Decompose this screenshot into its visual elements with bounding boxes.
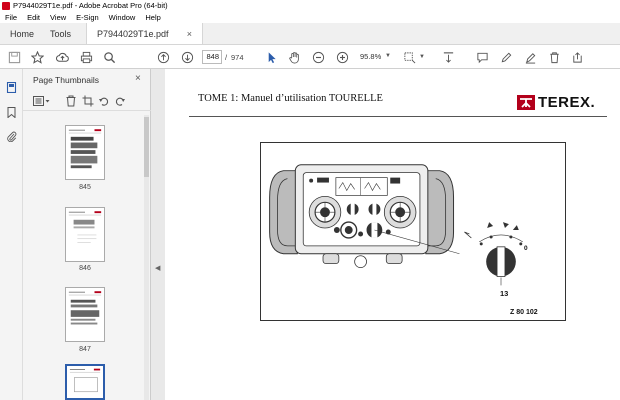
menu-view[interactable]: View	[45, 13, 71, 22]
navigation-strip	[0, 69, 23, 400]
menu-window[interactable]: Window	[104, 13, 141, 22]
delete-pages-icon[interactable]	[65, 95, 77, 107]
tab-tools[interactable]: Tools	[40, 23, 86, 44]
menu-bar: File Edit View E-Sign Window Help	[0, 11, 620, 23]
page-separator: /	[225, 53, 228, 62]
panel-close-icon[interactable]: ×	[135, 73, 141, 84]
menu-help[interactable]: Help	[140, 13, 165, 22]
upload-icon[interactable]	[55, 50, 69, 64]
panel-scrollbar[interactable]	[144, 115, 149, 400]
share-icon[interactable]	[570, 50, 584, 64]
thumbnail-page-848[interactable]	[65, 364, 105, 400]
menu-file[interactable]: File	[0, 13, 22, 22]
thumbnail-label: 847	[79, 346, 91, 353]
thumbnail-page-847[interactable]	[65, 287, 105, 342]
tab-home[interactable]: Home	[0, 23, 40, 44]
scrollbar-thumb[interactable]	[144, 117, 149, 177]
menu-esign[interactable]: E-Sign	[71, 13, 104, 22]
window-title: P7944029T1e.pdf - Adobe Acrobat Pro (64-…	[13, 1, 168, 10]
remote-control-drawing	[269, 164, 523, 286]
marquee-dropdown-icon[interactable]: ▼	[418, 50, 426, 64]
zoom-out-icon[interactable]	[311, 50, 325, 64]
comment-icon[interactable]	[475, 50, 489, 64]
panel-collapse-strip[interactable]: ◀	[151, 69, 165, 400]
select-arrow-icon[interactable]	[264, 50, 278, 64]
tab-bar: Home Tools P7944029T1e.pdf ×	[0, 23, 620, 45]
panel-title: Page Thumbnails	[33, 75, 99, 85]
terex-logo: TEREX.	[517, 94, 595, 111]
page-up-icon[interactable]	[156, 50, 170, 64]
page-thumbnails-panel: Page Thumbnails × 845 846 847	[23, 69, 151, 400]
crop-pages-icon[interactable]	[82, 95, 94, 107]
print-icon[interactable]	[79, 50, 93, 64]
thumbnail-page-846[interactable]	[65, 207, 105, 262]
marquee-icon[interactable]	[402, 50, 416, 64]
acrobat-app-icon	[2, 1, 10, 10]
terex-logo-mark	[517, 95, 535, 110]
thumbnail-label: 846	[79, 265, 91, 272]
bookmarks-icon[interactable]	[6, 107, 17, 119]
chevron-down-icon[interactable]: ▼	[385, 53, 391, 59]
thumbnail-page-845[interactable]	[65, 125, 105, 180]
bookmark-star-icon[interactable]	[30, 50, 44, 64]
page-down-icon[interactable]	[180, 50, 194, 64]
callout-number: 13	[500, 289, 509, 298]
toolbar: 848 / 974 95.8% ▼ ▼	[0, 45, 620, 69]
control-panel-figure: 0 13 Z 80 102	[260, 142, 566, 321]
tab-document[interactable]: P7944029T1e.pdf ×	[86, 23, 203, 44]
terex-logo-text: TEREX.	[538, 94, 596, 111]
page-number-input[interactable]: 848	[202, 50, 222, 64]
tab-document-label: P7944029T1e.pdf	[97, 28, 169, 39]
rotate-ccw-icon[interactable]	[98, 95, 110, 107]
options-menu-icon[interactable]	[33, 95, 51, 107]
highlight-icon[interactable]	[523, 50, 537, 64]
header-rule	[189, 116, 607, 117]
thumbnails-toolbar	[23, 91, 151, 111]
save-icon[interactable]	[7, 50, 21, 64]
collapse-arrow-icon[interactable]: ◀	[155, 264, 160, 272]
scroll-mode-icon[interactable]	[441, 50, 455, 64]
rotate-cw-icon[interactable]	[114, 95, 126, 107]
hand-icon[interactable]	[287, 50, 301, 64]
menu-edit[interactable]: Edit	[22, 13, 45, 22]
figure-reference: Z 80 102	[510, 309, 538, 316]
delete-icon[interactable]	[547, 50, 561, 64]
attachments-icon[interactable]	[6, 131, 17, 143]
zoom-in-icon[interactable]	[335, 50, 349, 64]
page-total: 974	[231, 53, 244, 62]
title-bar: P7944029T1e.pdf - Adobe Acrobat Pro (64-…	[0, 0, 620, 11]
switch-zero-label: 0	[524, 245, 528, 252]
document-header: TOME 1: Manuel d’utilisation TOURELLE	[198, 93, 383, 104]
pen-icon[interactable]	[499, 50, 513, 64]
thumbnail-label: 845	[79, 184, 91, 191]
find-icon[interactable]	[102, 50, 116, 64]
page-thumbnails-icon[interactable]	[6, 81, 17, 94]
tab-close-icon[interactable]: ×	[187, 29, 192, 39]
document-view[interactable]: TOME 1: Manuel d’utilisation TOURELLE TE…	[165, 69, 620, 400]
